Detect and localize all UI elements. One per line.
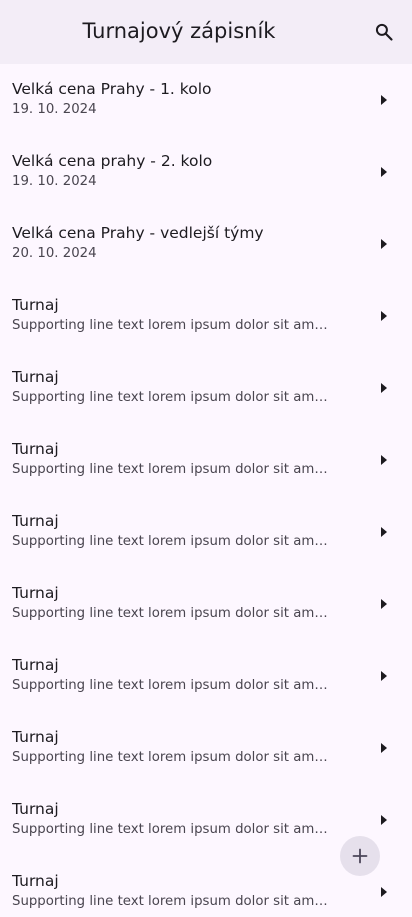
arrow-right-icon (380, 886, 388, 898)
tournament-list-item[interactable]: Turnaj Supporting line text lorem ipsum … (0, 352, 412, 424)
tournament-list-item[interactable]: Turnaj Supporting line text lorem ipsum … (0, 424, 412, 496)
arrow-right-icon (380, 814, 388, 826)
tournament-list-item[interactable]: Velká cena prahy - 2. kolo 19. 10. 2024 (0, 136, 412, 208)
tournament-subtitle: 20. 10. 2024 (12, 246, 97, 261)
arrow-right-icon (380, 670, 388, 682)
page-title: Turnajový zápisník (82, 19, 276, 43)
tournament-list-item[interactable]: Velká cena Prahy - vedlejší týmy 20. 10.… (0, 208, 412, 280)
top-app-bar: Turnajový zápisník (0, 0, 412, 64)
tournament-list-item[interactable]: Velká cena Prahy - 1. kolo 19. 10. 2024 (0, 64, 412, 136)
arrow-right-icon (380, 382, 388, 394)
tournament-subtitle: 19. 10. 2024 (12, 102, 97, 117)
add-tournament-button[interactable] (340, 836, 380, 876)
arrow-right-icon (380, 166, 388, 178)
tournament-title: Turnaj (12, 512, 59, 530)
tournament-subtitle: Supporting line text lorem ipsum dolor s… (12, 894, 332, 909)
tournament-title: Velká cena Prahy - vedlejší týmy (12, 224, 264, 242)
tournament-title: Turnaj (12, 872, 59, 890)
tournament-list-item[interactable]: Turnaj Supporting line text lorem ipsum … (0, 496, 412, 568)
tournament-title: Velká cena prahy - 2. kolo (12, 152, 213, 170)
search-button[interactable] (364, 12, 404, 52)
tournament-subtitle: Supporting line text lorem ipsum dolor s… (12, 678, 332, 693)
tournament-list-item[interactable]: Turnaj Supporting line text lorem ipsum … (0, 712, 412, 784)
search-icon (375, 23, 393, 41)
arrow-right-icon (380, 94, 388, 106)
plus-icon (352, 848, 368, 864)
tournament-title: Turnaj (12, 584, 59, 602)
tournament-title: Turnaj (12, 656, 59, 674)
tournament-subtitle: Supporting line text lorem ipsum dolor s… (12, 534, 332, 549)
tournament-title: Turnaj (12, 296, 59, 314)
arrow-right-icon (380, 742, 388, 754)
tournament-subtitle: Supporting line text lorem ipsum dolor s… (12, 606, 332, 621)
arrow-right-icon (380, 454, 388, 466)
arrow-right-icon (380, 526, 388, 538)
tournament-title: Velká cena Prahy - 1. kolo (12, 80, 212, 98)
tournament-list: Velká cena Prahy - 1. kolo 19. 10. 2024 … (0, 64, 412, 917)
arrow-right-icon (380, 310, 388, 322)
tournament-list-item[interactable]: Turnaj Supporting line text lorem ipsum … (0, 280, 412, 352)
tournament-subtitle: Supporting line text lorem ipsum dolor s… (12, 390, 332, 405)
arrow-right-icon (380, 598, 388, 610)
tournament-list-item[interactable]: Turnaj Supporting line text lorem ipsum … (0, 568, 412, 640)
tournament-subtitle: Supporting line text lorem ipsum dolor s… (12, 822, 332, 837)
tournament-title: Turnaj (12, 368, 59, 386)
tournament-subtitle: 19. 10. 2024 (12, 174, 97, 189)
tournament-subtitle: Supporting line text lorem ipsum dolor s… (12, 462, 332, 477)
arrow-right-icon (380, 238, 388, 250)
tournament-list-item[interactable]: Turnaj Supporting line text lorem ipsum … (0, 640, 412, 712)
tournament-title: Turnaj (12, 800, 59, 818)
tournament-title: Turnaj (12, 440, 59, 458)
tournament-subtitle: Supporting line text lorem ipsum dolor s… (12, 750, 332, 765)
tournament-title: Turnaj (12, 728, 59, 746)
tournament-subtitle: Supporting line text lorem ipsum dolor s… (12, 318, 332, 333)
